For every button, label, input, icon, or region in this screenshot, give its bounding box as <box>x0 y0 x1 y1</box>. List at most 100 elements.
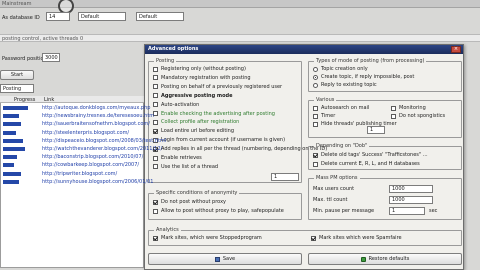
mass-pm-label-1: Max. ttl count <box>313 197 348 203</box>
various-group-title: Various <box>314 97 337 103</box>
mass-pm-field-2[interactable]: 1 <box>389 207 425 215</box>
status-line: posting control, active threads 0 <box>0 34 480 42</box>
various-option-1-label: Monitoring <box>399 105 426 111</box>
analytics-right-label: Mark sites which were Spamfaire <box>319 235 402 241</box>
posting-option-4[interactable]: Auto-activation <box>153 102 199 108</box>
various-option-0[interactable]: Autosearch on mail <box>313 105 369 111</box>
posting-option-9[interactable]: Add replies in all per the thread (numbe… <box>153 146 327 152</box>
list-header: Progress Link <box>0 96 144 103</box>
posting-option-3-checkbox[interactable] <box>153 93 158 99</box>
posting-option-1-checkbox[interactable] <box>153 75 158 81</box>
anonymity-group-title: Specific conditions of anonymity <box>154 190 240 196</box>
save-button[interactable]: Save <box>148 253 302 265</box>
posting-spin-field[interactable]: 1 <box>271 173 299 181</box>
posting-option-5[interactable]: Enable checking the advertising after po… <box>153 111 275 117</box>
progress-column-header[interactable]: Progress <box>14 97 35 103</box>
posting-option-11-checkbox[interactable] <box>153 164 158 170</box>
anonymity-option-0[interactable]: Do not post without proxy <box>153 199 226 205</box>
anonymity-option-0-checkbox[interactable] <box>153 199 158 205</box>
list-item-link[interactable]: http://autoque.donkblogs.com/myeaux.php <box>42 104 150 112</box>
various-option-2-checkbox[interactable] <box>313 113 318 119</box>
list-item-link[interactable]: http://watchthevanderer.blogspot.com/201… <box>42 145 162 153</box>
list-item-link[interactable]: http://steelenterpris.blogspot.com/ <box>42 129 129 137</box>
posting-option-0-checkbox[interactable] <box>153 66 158 72</box>
anonymity-option-1-checkbox[interactable] <box>153 208 158 214</box>
type-option-2-radio[interactable] <box>313 82 318 88</box>
posting-option-6[interactable]: Collect profile after registration <box>153 119 239 125</box>
various-option-3-checkbox[interactable] <box>391 113 396 119</box>
posting-option-2-label: Posting on behalf of a previously regist… <box>161 83 283 90</box>
various-option-0-checkbox[interactable] <box>313 105 318 111</box>
progress-bar <box>3 171 21 176</box>
type-option-0-radio[interactable] <box>313 66 318 72</box>
various-option-3[interactable]: Do not spongistics <box>391 113 445 119</box>
restore-icon <box>360 256 366 262</box>
database-id-field[interactable]: 14 <box>46 12 70 21</box>
posting-option-1[interactable]: Mandatory registration with posting <box>153 75 251 81</box>
start-button[interactable]: Start <box>0 70 34 80</box>
link-column-header[interactable]: Link <box>44 97 54 103</box>
dob-option-1-checkbox[interactable] <box>313 161 318 167</box>
restore-defaults-button[interactable]: Restore defaults <box>308 253 462 265</box>
posting-option-2-checkbox[interactable] <box>153 84 158 90</box>
posting-option-11[interactable]: Use the list of a thread <box>153 164 218 170</box>
list-item-link[interactable]: http://sauerbraitensofnethm.blogspot.com… <box>42 120 150 128</box>
mass-pm-label-2: Min. pause per message <box>313 208 375 214</box>
posting-option-4-label: Auto-activation <box>161 101 200 108</box>
mass-pm-group-title: Mass PM options <box>314 175 360 181</box>
analytics-left-checkbox[interactable] <box>153 235 158 241</box>
mass-pm-field-1[interactable]: 1000 <box>389 196 433 204</box>
various-option-4[interactable]: Hide threads' publishing timer <box>313 121 397 127</box>
progress-bar <box>3 114 19 119</box>
list-item-link[interactable]: http://sunnyhouse.blogspot.com/2006/01/0… <box>42 178 153 186</box>
dob-option-1[interactable]: Delete current E, R, L, and H databases <box>313 161 420 167</box>
type-option-1-label: Create topic, if reply impossible, post <box>321 74 415 80</box>
type-option-1-radio[interactable] <box>313 74 318 80</box>
type-option-0[interactable]: Topic creation only <box>313 66 368 72</box>
posting-option-6-checkbox[interactable] <box>153 119 158 125</box>
various-option-2[interactable]: Timer <box>313 113 335 119</box>
posting-option-10[interactable]: Enable retrieves <box>153 155 202 161</box>
analytics-right-checkbox[interactable] <box>311 235 316 241</box>
analytics-right-row[interactable]: Mark sites which were Spamfaire <box>311 235 402 241</box>
dialog-title: Advanced options <box>148 46 199 52</box>
various-option-1[interactable]: Monitoring <box>391 105 426 111</box>
posting-option-9-label: Add replies in all per the thread (numbe… <box>161 146 328 153</box>
list-item-link[interactable]: http://tripwriter.blogspot.com/ <box>42 170 117 178</box>
toolbar-main-label: Mainstream <box>2 1 32 7</box>
posting-option-11-label: Use the list of a thread <box>161 163 219 170</box>
list-item-link[interactable]: http://dispeaceio.blogspot.com/2008/03/t… <box>42 137 166 145</box>
anonymity-option-1[interactable]: Allow to post without proxy to play, saf… <box>153 208 284 214</box>
posting-option-4-checkbox[interactable] <box>153 102 158 108</box>
posting-option-8[interactable]: Login from current account (if username … <box>153 137 285 143</box>
posting-option-2[interactable]: Posting on behalf of a previously regist… <box>153 84 282 90</box>
dob-option-0-checkbox[interactable] <box>313 152 318 158</box>
type-option-1[interactable]: Create topic, if reply impossible, post <box>313 74 414 80</box>
mode-select[interactable]: Posting <box>0 84 34 93</box>
dob-option-0[interactable]: Delete old tags' Success' "Trafficstones… <box>313 152 428 158</box>
various-option-4-checkbox[interactable] <box>313 121 318 127</box>
list-item-link[interactable]: http://cowbarkeep.blogspot.com/2007/ <box>42 161 139 169</box>
analytics-left-label: Mark sites, which were Stoppedprogram <box>161 235 262 241</box>
various-option-1-checkbox[interactable] <box>391 105 396 111</box>
posting-option-7[interactable]: Load entire url before editing <box>153 128 234 134</box>
second-select[interactable]: Default <box>136 12 184 21</box>
list-item-link[interactable]: http://newsbrainy.tresnes.de/teresesoeu.… <box>42 112 154 120</box>
posting-option-0[interactable]: Registering only (without posting) <box>153 66 246 72</box>
posting-option-3[interactable]: Aggressive posting mode <box>153 93 233 99</box>
default-select[interactable]: Default <box>78 12 126 21</box>
restore-button-label: Restore defaults <box>368 256 410 262</box>
anonymity-option-0-label: Do not post without proxy <box>161 199 226 205</box>
password-field[interactable]: 3000 <box>42 53 60 62</box>
mass-pm-field-0[interactable]: 1000 <box>389 185 433 193</box>
close-icon[interactable]: × <box>451 46 461 53</box>
posting-option-10-checkbox[interactable] <box>153 155 158 161</box>
progress-bar <box>3 179 19 184</box>
list-item-link[interactable]: http://baconstrip.blogspot.com/2010/07/ <box>42 153 143 161</box>
various-option-4-label: Hide threads' publishing timer <box>321 121 397 127</box>
posting-option-7-checkbox[interactable] <box>153 128 158 134</box>
progress-bar <box>3 163 14 168</box>
analytics-left-row[interactable]: Mark sites, which were Stoppedprogram <box>153 235 262 241</box>
various-spin-field[interactable]: 1 <box>367 126 385 134</box>
type-option-2[interactable]: Reply to existing topic <box>313 82 377 88</box>
